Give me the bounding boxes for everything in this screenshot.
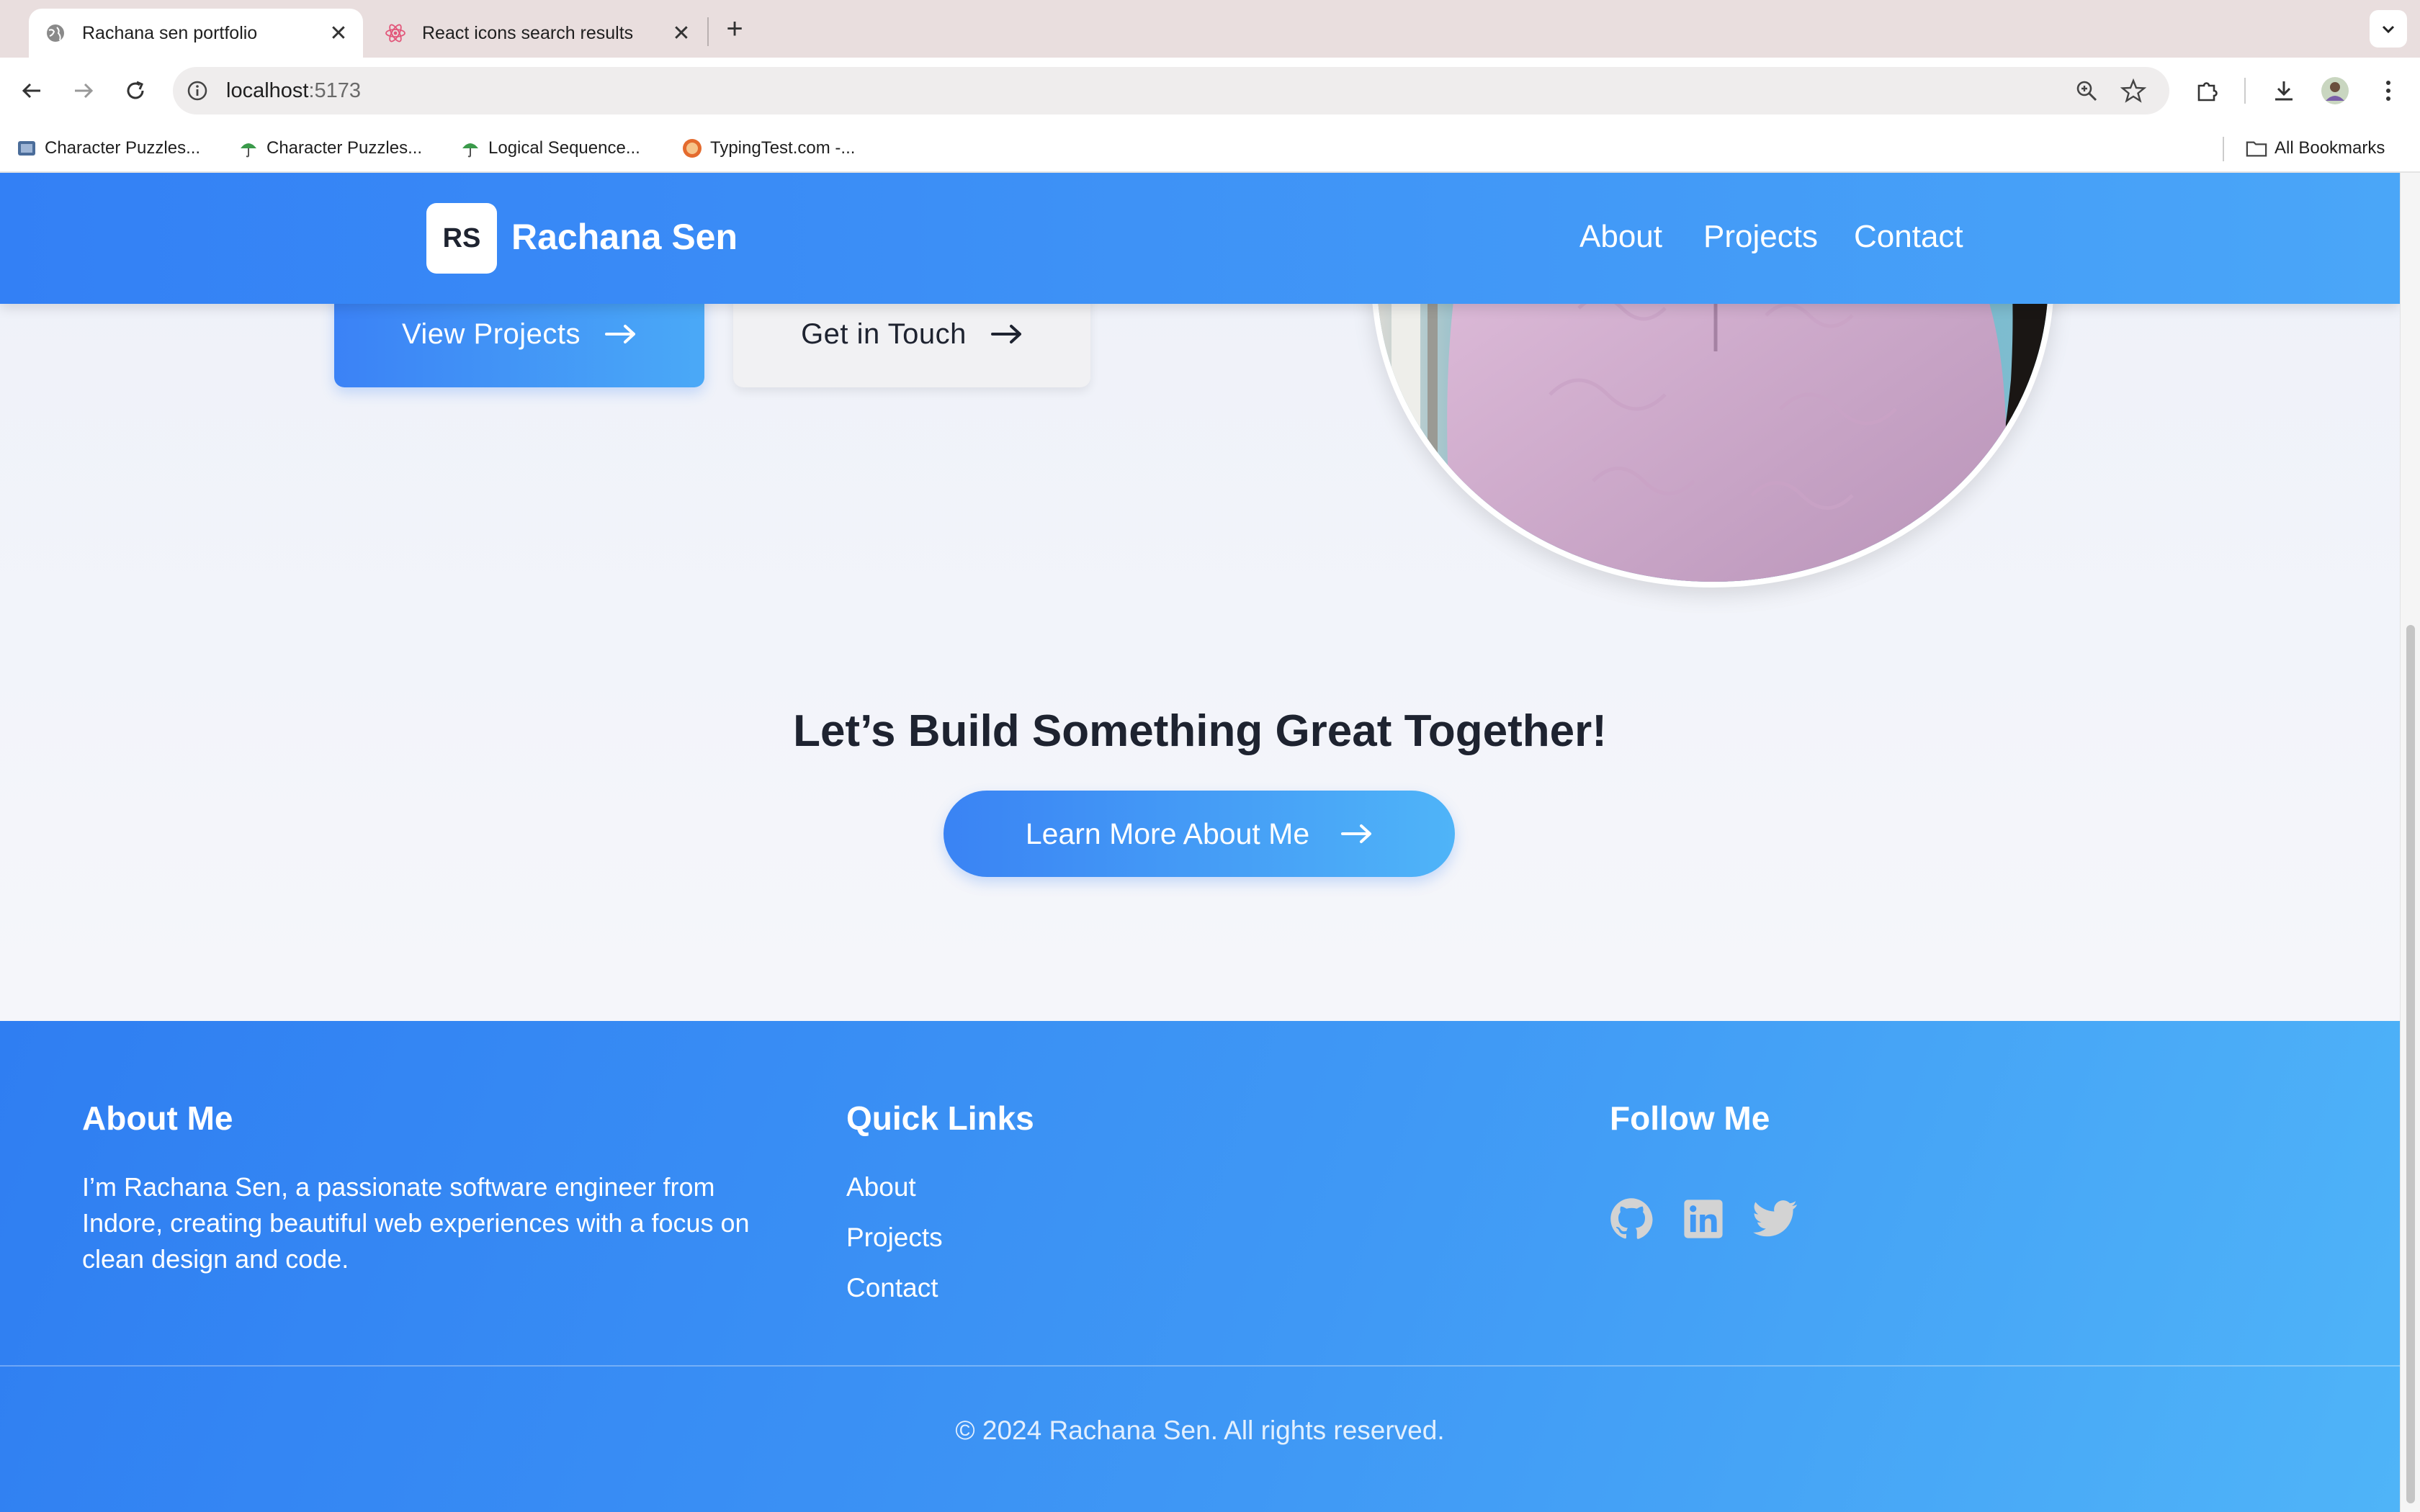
new-tab-button[interactable]: + [719,13,750,45]
browser-toolbar: localhost:5173 [0,58,2420,124]
kebab-menu-icon [2386,81,2390,101]
url-text: localhost:5173 [226,79,361,103]
browser-tabstrip: Rachana sen portfolio ✕ React icons sear… [0,0,2420,58]
twitter-icon[interactable] [1753,1197,1798,1241]
bookmark-star-icon[interactable] [2120,78,2147,107]
site-navbar: RS Rachana Sen About Projects Contact [0,173,2400,304]
cta-heading: Let’s Build Something Great Together! [793,706,1607,756]
view-projects-label: View Projects [401,318,581,350]
downloads-button[interactable] [2265,72,2303,109]
learn-more-button[interactable]: Learn More About Me [944,791,1455,877]
url-port: :5173 [308,79,362,102]
forward-button[interactable] [65,72,102,109]
all-bookmarks-label: All Bookmarks [2275,138,2385,158]
logo-name[interactable]: Rachana Sen [511,216,738,258]
page-scrollbar[interactable] [2400,173,2420,1512]
download-icon [2275,81,2293,101]
reload-button[interactable] [117,72,154,109]
url-host: localhost [226,79,309,102]
footer-link-projects[interactable]: Projects [846,1223,943,1253]
close-icon[interactable]: ✕ [667,19,696,48]
bookmark-logical-sequence[interactable]: Logical Sequence... [460,135,640,161]
nav-link-contact[interactable]: Contact [1854,219,1963,255]
footer-follow-title: Follow Me [1610,1099,1770,1137]
footer-divider [0,1365,2400,1367]
page-content: View Projects Get in Touch RS Rachana Se… [0,173,2400,1512]
back-button[interactable] [13,72,50,109]
umbrella-icon [238,138,259,159]
profile-button[interactable] [2316,72,2354,109]
tab-separator [707,17,709,46]
bookmark-character-puzzles-1[interactable]: Character Puzzles... [16,135,200,161]
extensions-button[interactable] [2188,72,2226,109]
bookmark-label: Logical Sequence... [488,138,640,158]
globe-icon [45,22,66,44]
tab-react-icons[interactable]: React icons search results ✕ [369,9,706,58]
site-footer: About Me I’m Rachana Sen, a passionate s… [0,1021,2400,1512]
forward-arrow-icon [75,83,94,99]
close-icon[interactable]: ✕ [324,19,353,48]
arrow-right-icon [605,323,637,345]
github-icon[interactable] [1609,1197,1654,1241]
bookmarks-separator [2223,137,2224,161]
bookmark-label: Character Puzzles... [45,138,201,158]
get-in-touch-label: Get in Touch [801,318,967,350]
arrow-right-icon [1341,823,1373,845]
bookmark-character-puzzles-2[interactable]: Character Puzzles... [238,135,422,161]
footer-copyright: © 2024 Rachana Sen. All rights reserved. [955,1416,1445,1445]
tab-title: Rachana sen portfolio [82,22,258,43]
react-icon [385,22,406,44]
footer-about-title: About Me [82,1099,233,1137]
tab-title: React icons search results [422,22,634,43]
footer-link-about[interactable]: About [846,1172,916,1202]
chevron-down-icon [2382,25,2395,34]
bookmarks-bar: Character Puzzles... Character Puzzles..… [0,124,2420,173]
site-info-icon[interactable] [186,79,209,106]
puzzle-icon [2197,82,2218,102]
typingtest-icon [681,138,703,159]
linkedin-icon[interactable] [1681,1197,1726,1241]
arrow-right-icon [990,323,1023,345]
logo-badge[interactable]: RS [426,203,497,274]
footer-links-title: Quick Links [846,1099,1034,1137]
toolbar-separator [2244,78,2246,104]
tab-search-button[interactable] [2370,10,2407,48]
address-bar[interactable]: localhost:5173 [173,67,2169,114]
bookmark-typingtest[interactable]: TypingTest.com -... [681,135,855,161]
bookmark-label: Character Puzzles... [266,138,423,158]
folder-icon [2246,138,2267,159]
tab-rachana-portfolio[interactable]: Rachana sen portfolio ✕ [29,9,363,58]
footer-about-text: I’m Rachana Sen, a passionate software e… [82,1172,750,1274]
nav-link-projects[interactable]: Projects [1703,219,1818,255]
avatar [2321,77,2349,104]
zoom-icon[interactable] [2074,78,2099,107]
learn-more-label: Learn More About Me [1025,816,1310,850]
all-bookmarks-button[interactable]: All Bookmarks [2246,135,2385,161]
reload-icon [127,81,144,99]
back-arrow-icon [22,83,40,99]
nav-link-about[interactable]: About [1579,219,1662,255]
browser-menu-button[interactable] [2370,72,2407,109]
footer-link-contact[interactable]: Contact [846,1273,938,1303]
scrollbar-thumb[interactable] [2406,625,2415,1503]
bookmark-label: TypingTest.com -... [710,138,856,158]
umbrella-icon [460,138,481,159]
puzzle-site-icon [16,138,37,159]
